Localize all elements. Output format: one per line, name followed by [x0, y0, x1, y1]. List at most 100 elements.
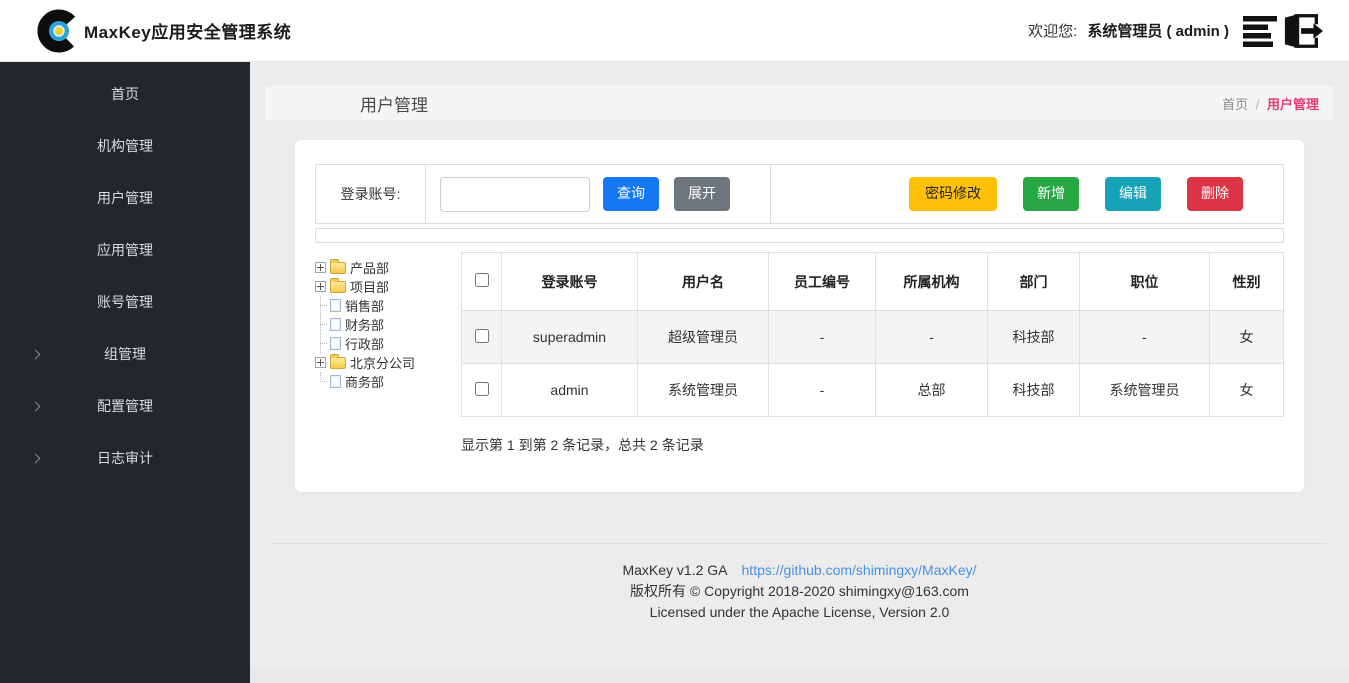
github-link[interactable]: https://github.com/shimingxy/MaxKey/ — [742, 562, 977, 578]
tree-node-label[interactable]: 行政部 — [345, 334, 384, 353]
edit-button[interactable]: 编辑 — [1105, 177, 1161, 210]
action-buttons: 密码修改 新增 编辑 删除 — [771, 165, 1283, 223]
add-button[interactable]: 新增 — [1023, 177, 1079, 210]
user-management-card: 登录账号: 查询 展开 密码修改 新增 编辑 删除 产品部 — [295, 140, 1304, 492]
row-select-cell — [462, 364, 502, 417]
sidebar-item-label: 账号管理 — [97, 294, 153, 310]
tree-node-label[interactable]: 项目部 — [350, 277, 389, 296]
file-icon — [330, 375, 341, 388]
sidebar-item-app-mgmt[interactable]: 应用管理 — [0, 224, 250, 276]
cell-login: superadmin — [502, 311, 638, 364]
page-footer: MaxKey v1.2 GA https://github.com/shiming… — [250, 560, 1349, 623]
tree-node-label[interactable]: 财务部 — [345, 315, 384, 334]
column-header-gender: 性别 — [1210, 253, 1284, 311]
breadcrumb-home-link[interactable]: 首页 — [1222, 97, 1248, 112]
file-icon — [330, 337, 341, 350]
footer-divider — [272, 543, 1327, 544]
row-checkbox[interactable] — [475, 329, 489, 343]
cell-employee-no: - — [769, 311, 876, 364]
login-account-input[interactable] — [440, 177, 590, 212]
tree-node[interactable]: 财务部 — [315, 315, 461, 334]
tree-connector — [315, 315, 328, 334]
select-all-checkbox[interactable] — [475, 273, 489, 287]
column-header-username: 用户名 — [638, 253, 769, 311]
footer-line-version: MaxKey v1.2 GA https://github.com/shiming… — [250, 560, 1349, 581]
sidebar-item-home[interactable]: 首页 — [0, 68, 250, 120]
table-row[interactable]: superadmin 超级管理员 - - 科技部 - 女 — [462, 311, 1284, 364]
sidebar-item-label: 首页 — [111, 86, 139, 102]
cell-employee-no: - — [769, 364, 876, 417]
footer-version: MaxKey v1.2 GA — [622, 562, 727, 578]
cell-position: - — [1080, 311, 1210, 364]
users-table: 登录账号 用户名 员工编号 所属机构 部门 职位 性别 superadmin — [461, 252, 1284, 417]
bottom-strip — [250, 668, 1349, 683]
sidebar-item-label: 组管理 — [104, 346, 146, 362]
search-toolbar: 登录账号: 查询 展开 密码修改 新增 编辑 删除 — [315, 164, 1284, 224]
expand-plus-icon[interactable] — [315, 357, 326, 368]
header-right: 欢迎您: 系统管理员 ( admin ) — [1028, 12, 1323, 50]
welcome-label: 欢迎您: — [1028, 20, 1077, 41]
tree-node-label[interactable]: 商务部 — [345, 372, 384, 391]
row-select-cell — [462, 311, 502, 364]
page-title-bar: 用户管理 首页 / 用户管理 — [265, 86, 1334, 120]
search-controls: 查询 展开 — [426, 165, 771, 223]
sidebar-item-label: 用户管理 — [97, 190, 153, 206]
expand-plus-icon[interactable] — [315, 281, 326, 292]
sidebar-item-label: 配置管理 — [97, 398, 153, 414]
breadcrumb-current: 用户管理 — [1267, 97, 1319, 112]
sidebar: 首页 机构管理 用户管理 应用管理 账号管理 组管理 配置管理 日志审计 — [0, 62, 250, 683]
row-checkbox[interactable] — [475, 382, 489, 396]
tree-node[interactable]: 销售部 — [315, 296, 461, 315]
breadcrumb: 首页 / 用户管理 — [1222, 94, 1319, 113]
column-header-employee-no: 员工编号 — [769, 253, 876, 311]
tree-node-label[interactable]: 产品部 — [350, 258, 389, 277]
tree-node[interactable]: 北京分公司 — [315, 353, 461, 372]
table-row[interactable]: admin 系统管理员 - 总部 科技部 系统管理员 女 — [462, 364, 1284, 417]
chevron-right-icon — [31, 454, 41, 464]
cell-gender: 女 — [1210, 311, 1284, 364]
app-title: MaxKey应用安全管理系统 — [84, 18, 291, 43]
tree-node-label[interactable]: 销售部 — [345, 296, 384, 315]
tree-connector — [315, 372, 328, 391]
current-user: 系统管理员 ( admin ) — [1087, 20, 1229, 41]
footer-license: Licensed under the Apache License, Versi… — [250, 602, 1349, 623]
tree-node[interactable]: 商务部 — [315, 372, 461, 391]
tree-connector — [315, 296, 328, 315]
query-button[interactable]: 查询 — [603, 177, 659, 210]
top-header: MaxKey应用安全管理系统 欢迎您: 系统管理员 ( admin ) — [0, 0, 1349, 62]
sidebar-item-group-mgmt[interactable]: 组管理 — [0, 328, 250, 380]
folder-icon — [330, 281, 346, 293]
footer-copyright: 版权所有 © Copyright 2018-2020 shimingxy@163… — [250, 581, 1349, 602]
expand-button[interactable]: 展开 — [674, 177, 730, 210]
sidebar-item-org-mgmt[interactable]: 机构管理 — [0, 120, 250, 172]
records-summary: 显示第 1 到第 2 条记录，总共 2 条记录 — [461, 435, 1284, 455]
cell-login: admin — [502, 364, 638, 417]
logout-icon[interactable] — [1283, 12, 1323, 50]
sidebar-item-label: 机构管理 — [97, 138, 153, 154]
sidebar-item-account-mgmt[interactable]: 账号管理 — [0, 276, 250, 328]
expand-plus-icon[interactable] — [315, 262, 326, 273]
list-icon[interactable] — [1243, 15, 1279, 47]
main-row: 产品部 项目部 销售部 财务部 — [315, 252, 1284, 455]
delete-button[interactable]: 删除 — [1187, 177, 1243, 210]
chevron-right-icon — [31, 402, 41, 412]
sidebar-item-label: 应用管理 — [97, 242, 153, 258]
tree-node-label[interactable]: 北京分公司 — [350, 353, 415, 372]
sidebar-item-log-audit[interactable]: 日志审计 — [0, 432, 250, 484]
tree-node[interactable]: 项目部 — [315, 277, 461, 296]
cell-department: 科技部 — [988, 364, 1080, 417]
cell-username: 系统管理员 — [638, 364, 769, 417]
cell-department: 科技部 — [988, 311, 1080, 364]
search-label: 登录账号: — [316, 165, 426, 223]
folder-icon — [330, 357, 346, 369]
sidebar-item-config-mgmt[interactable]: 配置管理 — [0, 380, 250, 432]
maxkey-logo-icon — [36, 8, 82, 54]
users-grid: 登录账号 用户名 员工编号 所属机构 部门 职位 性别 superadmin — [461, 252, 1284, 455]
tree-node[interactable]: 产品部 — [315, 258, 461, 277]
sidebar-item-user-mgmt[interactable]: 用户管理 — [0, 172, 250, 224]
column-header-login: 登录账号 — [502, 253, 638, 311]
select-all-cell — [462, 253, 502, 311]
folder-icon — [330, 262, 346, 274]
change-password-button[interactable]: 密码修改 — [909, 177, 997, 210]
tree-node[interactable]: 行政部 — [315, 334, 461, 353]
